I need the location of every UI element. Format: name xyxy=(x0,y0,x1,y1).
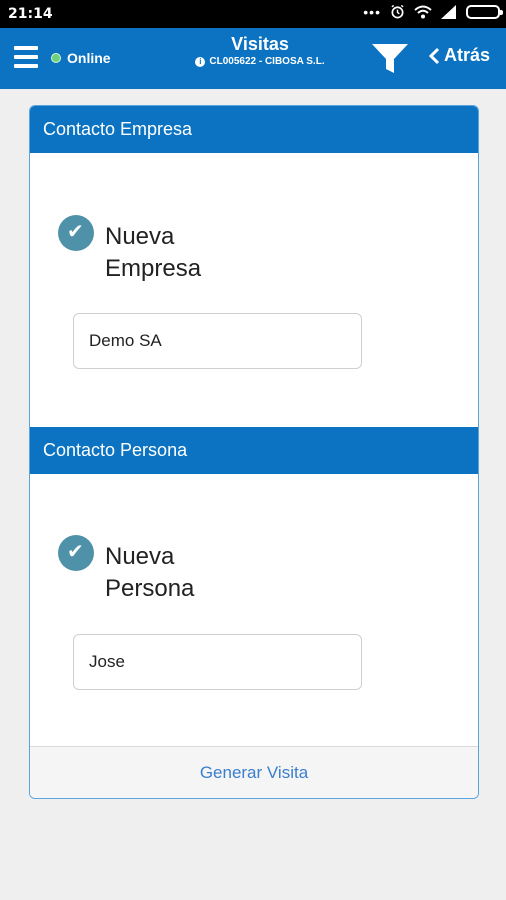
back-label: Atrás xyxy=(444,45,491,65)
persona-name-field[interactable]: Jose xyxy=(73,634,362,690)
alarm-icon xyxy=(391,4,404,19)
app-bar: Online Visitas i CL005622 - CIBOSA S.L. … xyxy=(0,28,506,89)
status-icons: ••• xyxy=(363,3,503,20)
nueva-empresa-label[interactable]: Nueva Empresa xyxy=(105,221,265,285)
visit-form-card: Contacto Empresa Nueva Empresa Demo SA C… xyxy=(29,105,479,799)
more-dots-icon: ••• xyxy=(363,3,381,20)
page-title: Visitas xyxy=(231,34,289,54)
empresa-name-field[interactable]: Demo SA xyxy=(73,313,362,369)
online-label: Online xyxy=(67,50,111,66)
back-button[interactable]: Atrás xyxy=(428,45,490,66)
online-status: Online xyxy=(51,50,111,66)
nueva-persona-label[interactable]: Nueva Persona xyxy=(105,541,265,605)
info-icon: i xyxy=(195,56,206,67)
status-bar: 21:14 ••• xyxy=(0,0,506,28)
check-icon[interactable] xyxy=(58,215,94,251)
section-header-empresa: Contacto Empresa xyxy=(30,106,478,153)
chevron-left-icon xyxy=(428,47,440,64)
status-time: 21:14 xyxy=(8,6,53,22)
check-icon[interactable] xyxy=(58,535,94,571)
online-status-icon xyxy=(51,53,61,63)
section-header-persona: Contacto Persona xyxy=(30,427,478,474)
generar-visita-button[interactable]: Generar Visita xyxy=(30,746,478,798)
wifi-icon xyxy=(414,5,432,18)
menu-icon[interactable] xyxy=(14,46,38,68)
filter-icon[interactable] xyxy=(370,40,410,76)
client-subtitle: i CL005622 - CIBOSA S.L. xyxy=(170,56,350,67)
client-subtitle-text: CL005622 - CIBOSA S.L. xyxy=(209,56,325,67)
battery-icon xyxy=(466,4,503,19)
page-header: Visitas i CL005622 - CIBOSA S.L. xyxy=(170,34,350,67)
signal-icon xyxy=(441,4,456,19)
